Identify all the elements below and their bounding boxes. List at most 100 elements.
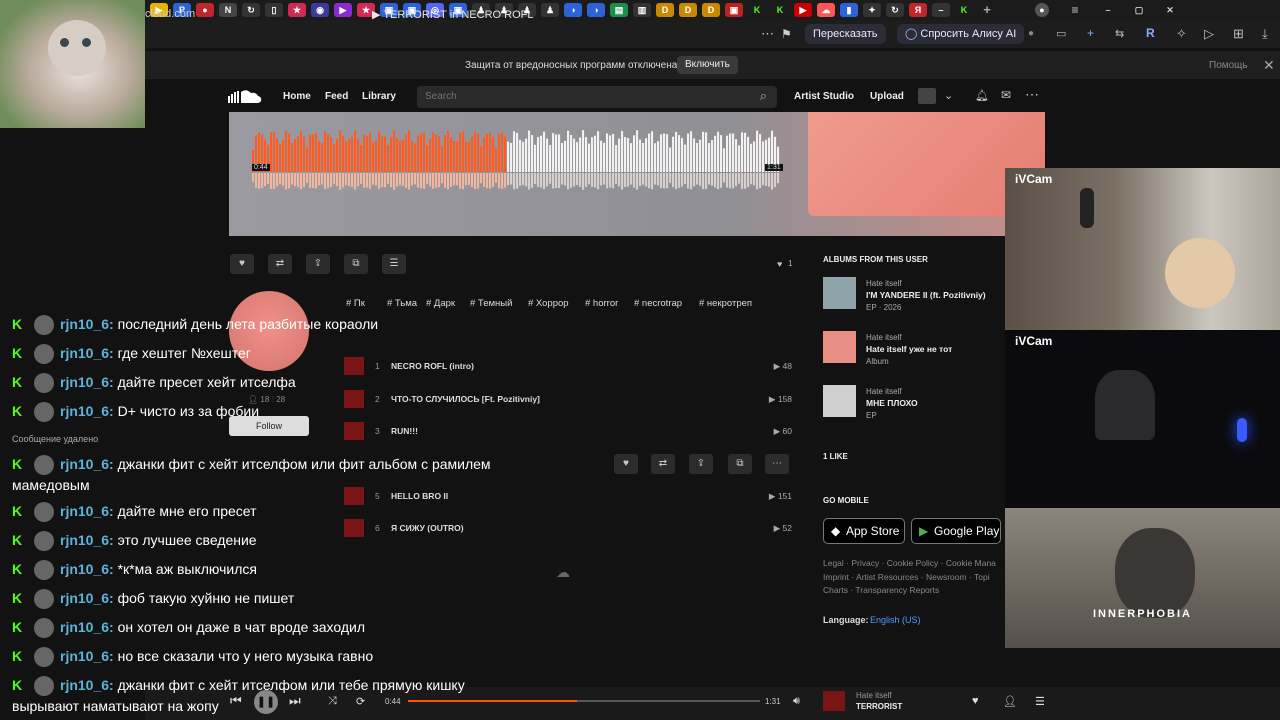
chat-username[interactable]: rjn10_6 [60, 561, 109, 577]
toolbar-icon[interactable]: + [1087, 26, 1094, 40]
tab-favicon[interactable]: ◉ [311, 3, 329, 17]
album-cover[interactable] [823, 331, 856, 363]
chat-username[interactable]: rjn10_6 [60, 619, 109, 635]
minimize-icon[interactable]: – [1099, 3, 1117, 17]
album-title[interactable]: МНЕ ПЛОХО [866, 398, 918, 408]
tab-favicon[interactable]: ★ [288, 3, 306, 17]
share-button[interactable]: ⇪ [306, 254, 330, 274]
nav-feed[interactable]: Feed [325, 91, 348, 102]
album-title[interactable]: I'M YANDERE II (ft. Pozitivniy) [866, 290, 986, 300]
tab-favicon[interactable]: Я [909, 3, 927, 17]
chat-username[interactable]: rjn10_6 [60, 677, 109, 693]
chat-username[interactable]: rjn10_6 [60, 345, 109, 361]
messages-mail-icon[interactable]: ✉ [1001, 88, 1011, 102]
chat-username[interactable]: rjn10_6 [60, 374, 109, 390]
more-options-icon[interactable]: ⋯ [761, 26, 774, 42]
follow-user-icon[interactable]: 👤︎ [1003, 695, 1017, 708]
add-to-next-up-button[interactable]: ☰ [382, 254, 406, 274]
profile-avatar-icon[interactable]: ● [1035, 3, 1049, 17]
tab-favicon[interactable]: ◑ [564, 3, 582, 17]
tab-favicon[interactable]: ✦ [863, 3, 881, 17]
download-icon[interactable]: ⤓ [1262, 26, 1268, 42]
copy-link-button[interactable]: ⧉ [344, 254, 368, 274]
tab-favicon[interactable]: ▮ [840, 3, 858, 17]
toolbar-icon[interactable]: R [1146, 26, 1155, 40]
album-title[interactable]: Hate itself уже не тот [866, 344, 952, 354]
chat-username[interactable]: rjn10_6 [60, 503, 109, 519]
more-menu-icon[interactable]: ⋯ [1025, 86, 1039, 103]
retell-button[interactable]: Пересказать [805, 24, 886, 44]
waveform[interactable] [252, 128, 780, 190]
like-button[interactable]: ♥ [614, 454, 638, 474]
toolbar-icon[interactable]: ▷ [1204, 26, 1214, 42]
tab-favicon[interactable]: D [702, 3, 720, 17]
chat-username[interactable]: rjn10_6 [60, 532, 109, 548]
bookmark-icon[interactable]: ⚑ [781, 27, 792, 41]
search-input[interactable] [425, 91, 725, 102]
tab-favicon[interactable]: N [219, 3, 237, 17]
tab-favicon[interactable]: ◑ [587, 3, 605, 17]
copy-link-button[interactable]: ⧉ [728, 454, 752, 474]
tab-favicon[interactable]: ▣ [725, 3, 743, 17]
language-selector[interactable]: English (US) [870, 615, 921, 625]
chat-username[interactable]: rjn10_6 [60, 316, 109, 332]
new-tab-plus-icon[interactable]: + [978, 3, 996, 17]
likes-heading[interactable]: 1 LIKE [823, 452, 848, 461]
tag-chip[interactable]: # Дарк [426, 298, 455, 312]
search-icon[interactable]: ⌕ [760, 88, 767, 104]
ask-alice-button[interactable]: ◯ Спросить Алису AI [897, 24, 1025, 44]
restore-icon[interactable]: ▢ [1130, 3, 1148, 17]
toolbar-icon[interactable]: ⊞ [1233, 26, 1244, 42]
album-user[interactable]: Hate itself [866, 387, 902, 396]
tag-chip[interactable]: # Тьма [387, 298, 417, 312]
like-button[interactable]: ♥ [230, 254, 254, 274]
now-playing-title[interactable]: TERRORIST [856, 702, 902, 711]
tab-favicon[interactable]: K [748, 3, 766, 17]
album-user[interactable]: Hate itself [866, 279, 902, 288]
tab-favicon[interactable]: K [771, 3, 789, 17]
user-avatar[interactable] [918, 88, 936, 104]
nav-upload[interactable]: Upload [870, 91, 904, 102]
tab-favicon[interactable]: ▥ [633, 3, 651, 17]
toolbar-icon[interactable]: ⇆ [1115, 27, 1124, 40]
tag-chip[interactable]: # Хоррор [528, 298, 569, 312]
close-window-icon[interactable]: ✕ [1161, 3, 1179, 17]
google-play-button[interactable]: ▶ Google Play [911, 518, 1001, 544]
notifications-bell-icon[interactable]: 🔔︎ [975, 89, 989, 102]
footer-links[interactable]: Charts · Transparency Reports [823, 585, 939, 595]
enable-protection-button[interactable]: Включить [677, 56, 738, 74]
now-playing-artist[interactable]: Hate itself [856, 691, 892, 700]
album-cover[interactable] [823, 277, 856, 309]
chat-username[interactable]: rjn10_6 [60, 456, 109, 472]
close-icon[interactable]: ✕ [1263, 57, 1275, 74]
chat-username[interactable]: rjn10_6 [60, 648, 109, 664]
tab-favicon[interactable]: ▤ [610, 3, 628, 17]
chat-username[interactable]: rjn10_6 [60, 403, 109, 419]
menu-hamburger-icon[interactable]: ≡ [1066, 3, 1084, 17]
repost-button[interactable]: ⇄ [651, 454, 675, 474]
toolbar-icon[interactable]: ▭ [1056, 27, 1066, 40]
tab-favicon[interactable]: D [656, 3, 674, 17]
more-icon[interactable]: ⋯ [765, 454, 789, 474]
nav-library[interactable]: Library [362, 91, 396, 102]
tab-favicon[interactable]: ▯ [265, 3, 283, 17]
share-button[interactable]: ⇪ [689, 454, 713, 474]
tag-chip[interactable]: # Пк [346, 298, 365, 312]
tab-favicon[interactable]: ↻ [886, 3, 904, 17]
tab-favicon[interactable]: ▶ [334, 3, 352, 17]
album-user[interactable]: Hate itself [866, 333, 902, 342]
tag-chip[interactable]: # некротреп [699, 298, 752, 312]
footer-links[interactable]: Legal · Privacy · Cookie Policy · Cookie… [823, 558, 996, 568]
tab-favicon[interactable]: ↻ [242, 3, 260, 17]
toolbar-icon[interactable]: ● [1028, 28, 1034, 39]
tag-chip[interactable]: # Темный [470, 298, 512, 312]
tab-favicon[interactable]: K [955, 3, 973, 17]
tag-chip[interactable]: # necrotrap [634, 298, 682, 312]
tab-favicon[interactable]: D [679, 3, 697, 17]
tab-favicon[interactable]: ● [196, 3, 214, 17]
tab-favicon[interactable]: ♟ [541, 3, 559, 17]
nav-home[interactable]: Home [283, 91, 311, 102]
like-heart-icon[interactable]: ♥ [972, 695, 979, 707]
nav-artist-studio[interactable]: Artist Studio [794, 91, 854, 102]
soundcloud-logo-icon[interactable] [228, 88, 262, 104]
